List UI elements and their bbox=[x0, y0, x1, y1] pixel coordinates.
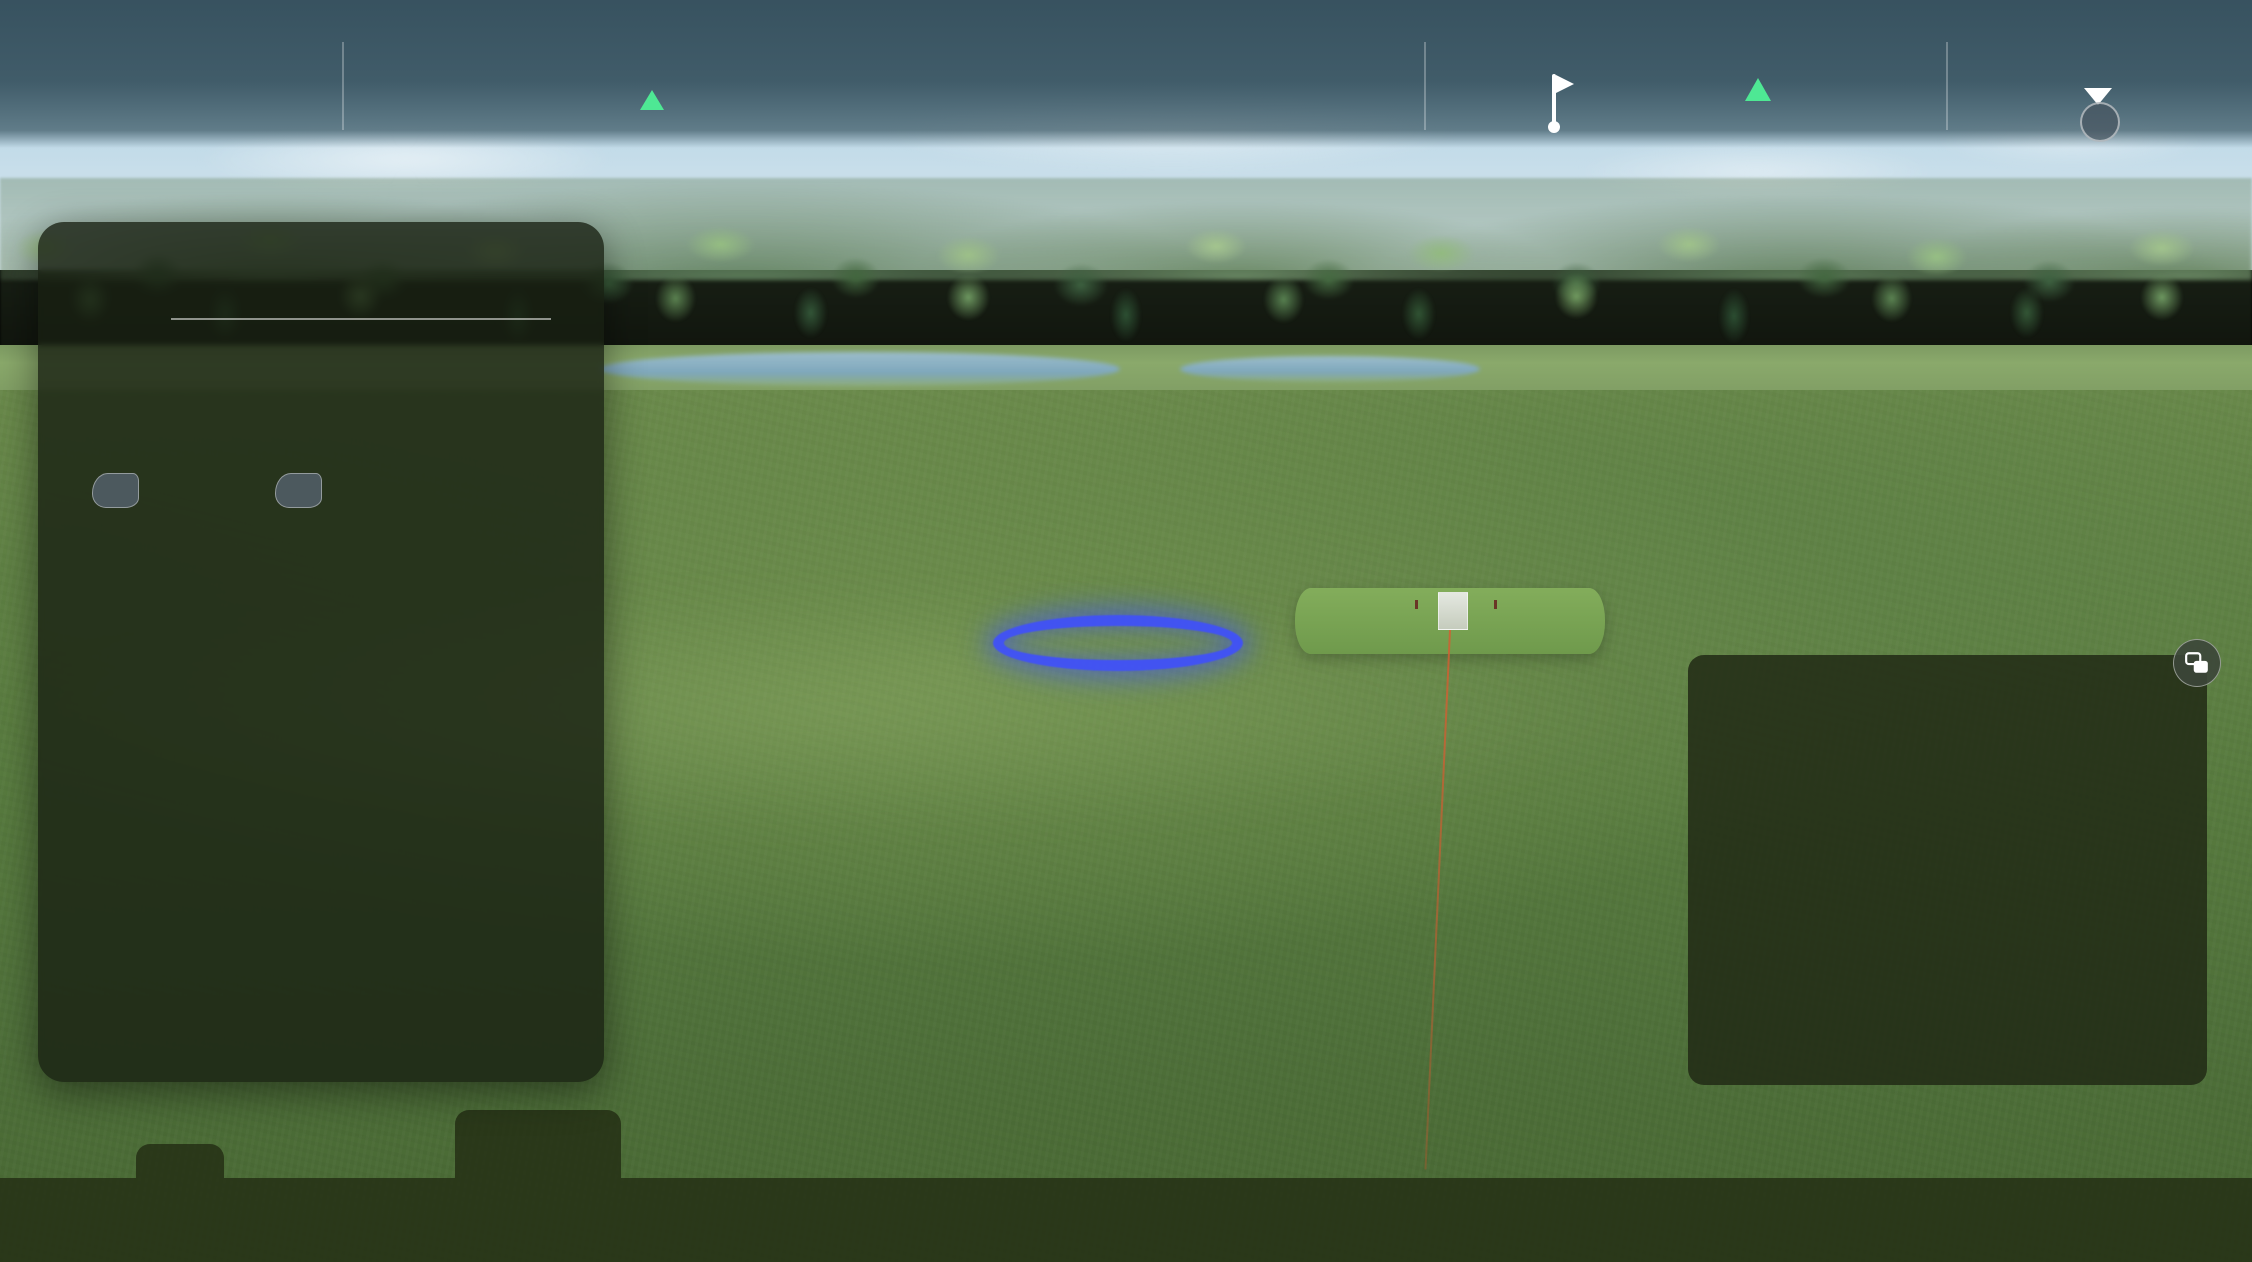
hole-totals-button[interactable] bbox=[2058, 88, 2248, 148]
water-hazard bbox=[1180, 356, 1480, 382]
tool-bar bbox=[0, 1178, 2252, 1262]
edit-holes-tooltip bbox=[455, 1110, 621, 1178]
title-divider bbox=[171, 318, 551, 320]
flag-icon bbox=[1540, 74, 1574, 133]
pin-marker bbox=[1415, 600, 1418, 609]
water-hazard bbox=[600, 352, 1120, 386]
tee-box-marker[interactable] bbox=[1438, 592, 1468, 630]
pin-marker bbox=[1494, 600, 1497, 609]
placement-ring-cursor[interactable] bbox=[993, 615, 1243, 671]
crowd-tool-panel[interactable] bbox=[38, 222, 604, 1082]
swap-panel-icon[interactable] bbox=[2173, 639, 2221, 687]
header-divider bbox=[342, 42, 344, 130]
controls-legend-panel bbox=[1688, 655, 2207, 1085]
hud-header bbox=[0, 0, 2252, 148]
next-page-bumper-icon[interactable] bbox=[275, 473, 322, 508]
hidden-tab-stub[interactable] bbox=[136, 1144, 224, 1178]
header-divider bbox=[1424, 42, 1426, 130]
green-height-up-arrow-icon bbox=[1745, 78, 1771, 101]
prev-page-bumper-icon[interactable] bbox=[92, 473, 139, 508]
header-divider bbox=[1946, 42, 1948, 130]
tee-height-up-arrow-icon bbox=[640, 90, 664, 110]
right-stick-icon bbox=[2080, 102, 2120, 142]
swap-panel-glyph bbox=[2185, 652, 2208, 673]
